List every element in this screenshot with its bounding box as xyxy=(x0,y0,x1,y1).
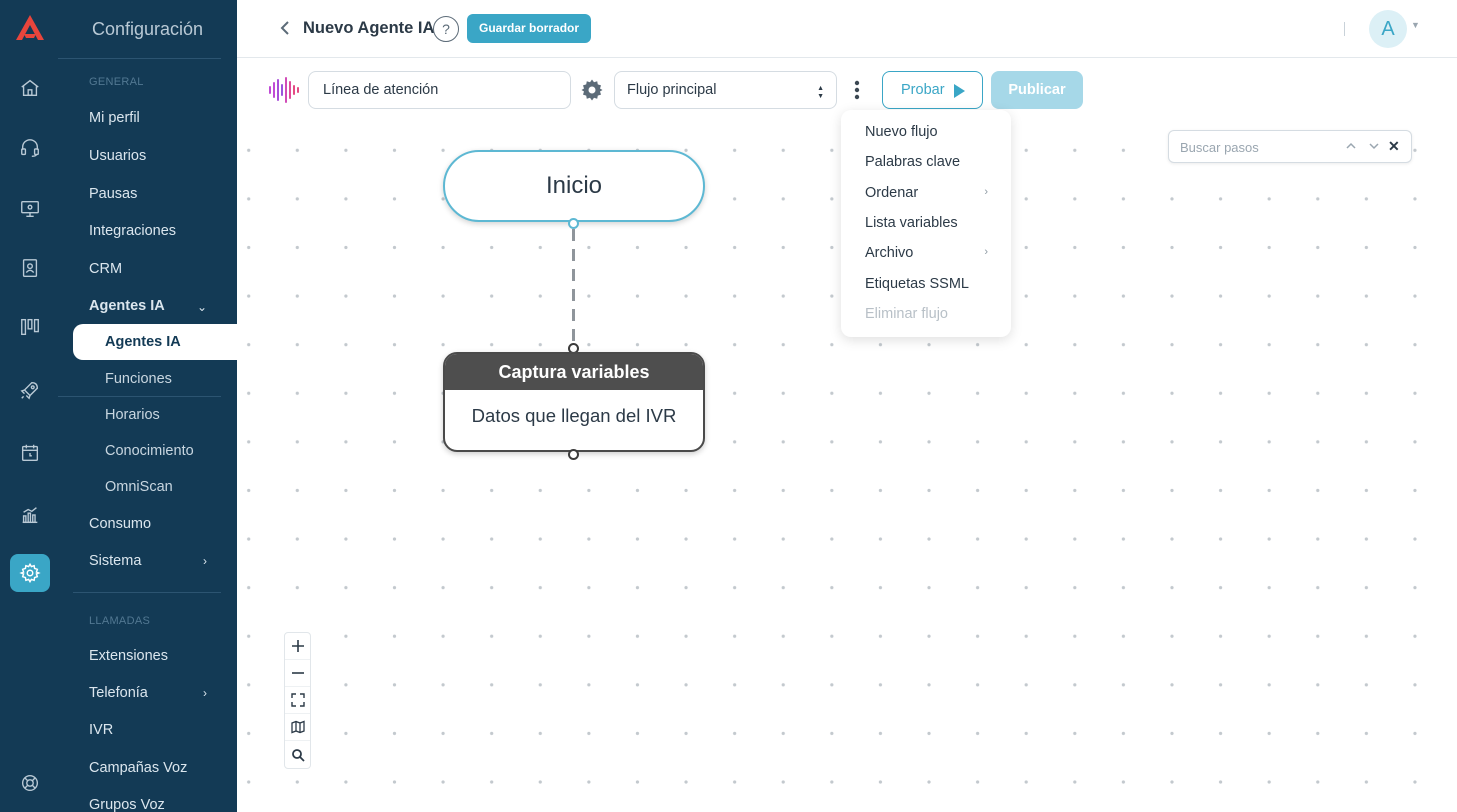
start-node-output-port[interactable] xyxy=(568,218,579,229)
sidebar-item-integraciones[interactable]: Integraciones xyxy=(89,223,176,239)
menu-item-palabras-clave[interactable]: Palabras clave xyxy=(865,154,960,170)
sidebar-title: Configuración xyxy=(92,19,204,39)
canvas-controls xyxy=(284,632,311,769)
voice-wave-icon xyxy=(269,77,299,103)
back-arrow-icon[interactable] xyxy=(277,18,293,38)
kanban-icon[interactable] xyxy=(17,314,43,340)
header-divider xyxy=(1344,22,1345,36)
test-button-label: Probar xyxy=(901,82,945,98)
sidebar-item-telefonia[interactable]: Telefonía xyxy=(89,685,148,701)
sidebar-item-pausas[interactable]: Pausas xyxy=(89,186,137,202)
settings-gear-icon[interactable] xyxy=(10,554,50,592)
chevron-right-icon: › xyxy=(984,246,988,258)
menu-item-ordenar[interactable]: Ordenar xyxy=(865,185,918,201)
sidebar-item-mi-perfil[interactable]: Mi perfil xyxy=(89,110,140,126)
contacts-book-icon[interactable] xyxy=(17,255,43,281)
flow-select[interactable]: Flujo principal ▲ ▼ xyxy=(614,71,837,109)
publish-button[interactable]: Publicar xyxy=(991,71,1083,109)
chevron-up-icon[interactable] xyxy=(1345,140,1357,152)
fit-view-button[interactable] xyxy=(285,687,310,714)
chevron-right-icon: › xyxy=(984,186,988,198)
flow-options-menu: Nuevo flujo Palabras clave Ordenar › Lis… xyxy=(841,110,1011,337)
rocket-icon[interactable] xyxy=(17,377,43,403)
home-icon[interactable] xyxy=(17,75,43,101)
chevron-down-icon[interactable] xyxy=(1368,140,1380,152)
divider xyxy=(73,592,221,593)
calendar-icon[interactable] xyxy=(17,440,43,466)
menu-item-eliminar-flujo: Eliminar flujo xyxy=(865,306,948,322)
page-header: Nuevo Agente IA ? Guardar borrador A ▼ xyxy=(237,0,1457,58)
headset-icon[interactable] xyxy=(17,135,43,161)
search-steps-box: Buscar pasos ✕ xyxy=(1168,130,1412,163)
sidebar-subitem-agentes-ia[interactable]: Agentes IA xyxy=(105,334,181,350)
menu-item-lista-variables[interactable]: Lista variables xyxy=(865,215,958,231)
sidebar-subitem-conocimiento[interactable]: Conocimiento xyxy=(105,443,194,459)
zoom-out-button[interactable] xyxy=(285,660,310,687)
page-title: Nuevo Agente IA xyxy=(303,19,435,37)
sidebar-item-ivr[interactable]: IVR xyxy=(89,722,113,738)
sidebar-item-consumo[interactable]: Consumo xyxy=(89,516,151,532)
select-arrows-icon: ▲ ▼ xyxy=(817,85,824,100)
minimap-button[interactable] xyxy=(285,714,310,741)
menu-item-archivo[interactable]: Archivo xyxy=(865,245,913,261)
avatar[interactable]: A xyxy=(1369,10,1407,48)
plus-icon xyxy=(291,640,304,652)
divider xyxy=(58,58,221,59)
node-title: Captura variables xyxy=(445,354,703,390)
agent-name-input[interactable]: Línea de atención xyxy=(308,71,571,109)
close-icon[interactable]: ✕ xyxy=(1388,138,1400,155)
search-steps-input[interactable]: Buscar pasos xyxy=(1180,140,1259,155)
sidebar-item-usuarios[interactable]: Usuarios xyxy=(89,148,146,164)
chevron-right-icon[interactable]: › xyxy=(203,554,207,568)
settings-sidebar: Configuración GENERAL Mi perfil Usuarios… xyxy=(58,0,237,812)
more-options-icon[interactable] xyxy=(851,78,863,102)
sidebar-subitem-omniscan[interactable]: OmniScan xyxy=(105,479,173,495)
monitor-icon[interactable] xyxy=(17,196,43,222)
search-button[interactable] xyxy=(285,741,310,768)
sidebar-item-grupos-voz[interactable]: Grupos Voz xyxy=(89,797,165,812)
section-llamadas: LLAMADAS xyxy=(89,615,151,627)
chevron-right-icon[interactable]: › xyxy=(203,686,207,700)
play-icon xyxy=(954,84,965,98)
caret-down-icon[interactable]: ▼ xyxy=(1411,20,1420,30)
help-button[interactable]: ? xyxy=(433,16,459,42)
lifebuoy-icon[interactable] xyxy=(17,770,43,796)
node-description: Datos que llegan del IVR xyxy=(471,405,677,426)
sidebar-item-agentes-ia[interactable]: Agentes IA xyxy=(89,298,165,314)
minus-icon xyxy=(291,672,304,674)
flow-select-value: Flujo principal xyxy=(627,82,717,98)
analytics-icon[interactable] xyxy=(17,502,43,528)
sidebar-subitem-funciones[interactable]: Funciones xyxy=(105,371,172,387)
sidebar-item-sistema[interactable]: Sistema xyxy=(89,553,141,569)
search-icon xyxy=(291,748,305,762)
capture-node-output-port[interactable] xyxy=(568,449,579,460)
sidebar-item-crm[interactable]: CRM xyxy=(89,261,122,277)
sidebar-subitem-horarios[interactable]: Horarios xyxy=(105,407,160,423)
icon-rail xyxy=(0,0,58,812)
save-draft-button[interactable]: Guardar borrador xyxy=(467,14,592,43)
menu-item-etiquetas-ssml[interactable]: Etiquetas SSML xyxy=(865,276,969,292)
test-button[interactable]: Probar xyxy=(882,71,983,109)
divider xyxy=(58,396,221,397)
flow-connector xyxy=(572,229,575,345)
brand-logo-icon xyxy=(16,15,44,40)
section-general: GENERAL xyxy=(89,76,144,88)
start-node[interactable]: Inicio xyxy=(443,150,705,222)
menu-item-nuevo-flujo[interactable]: Nuevo flujo xyxy=(865,124,938,140)
zoom-in-button[interactable] xyxy=(285,633,310,660)
capture-variables-node[interactable]: Captura variables Datos que llegan del I… xyxy=(443,352,705,452)
sidebar-item-extensiones[interactable]: Extensiones xyxy=(89,648,168,664)
fullscreen-icon xyxy=(290,693,305,707)
gear-icon[interactable] xyxy=(580,78,604,102)
chevron-down-icon[interactable]: ⌄ xyxy=(197,300,207,314)
sidebar-item-campanas-voz[interactable]: Campañas Voz xyxy=(89,760,187,776)
map-icon xyxy=(290,720,305,734)
